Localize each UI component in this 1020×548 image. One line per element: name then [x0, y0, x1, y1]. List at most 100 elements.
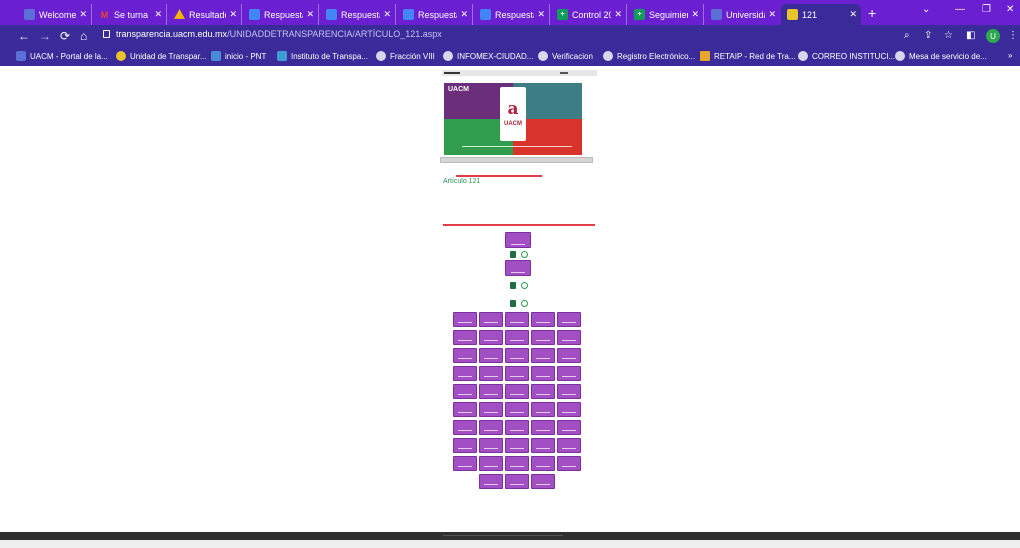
- fraction-button[interactable]: [557, 366, 581, 381]
- fraction-button[interactable]: [453, 456, 477, 471]
- fraction-button[interactable]: [557, 312, 581, 327]
- close-window-icon[interactable]: ✕: [1006, 4, 1014, 15]
- close-icon[interactable]: ✕: [537, 9, 545, 20]
- minimize-icon[interactable]: —: [955, 4, 965, 15]
- close-icon[interactable]: ✕: [849, 9, 857, 20]
- fraction-button[interactable]: [531, 312, 555, 327]
- fraction-button[interactable]: [505, 330, 529, 345]
- fraction-button[interactable]: [557, 402, 581, 417]
- tab-sheets-2[interactable]: + Seguimien ✕: [628, 4, 704, 25]
- fraction-button[interactable]: [453, 384, 477, 399]
- bookmark-pnt[interactable]: inicio - PNT: [211, 51, 266, 61]
- tab-121-active[interactable]: 121 ✕: [781, 4, 861, 25]
- url-field[interactable]: transparencia.uacm.edu.mx /UNIDADDETRANS…: [103, 29, 442, 39]
- tab-gmail[interactable]: M Se turna p ✕: [93, 4, 167, 25]
- share-icon[interactable]: ⇪: [924, 30, 932, 41]
- tab-universidad[interactable]: Universida ✕: [705, 4, 780, 25]
- close-icon[interactable]: ✕: [154, 9, 162, 20]
- horizontal-scrollbar[interactable]: [0, 540, 1020, 548]
- avatar[interactable]: U: [986, 29, 1000, 43]
- side-panel-icon[interactable]: ◧: [966, 30, 975, 41]
- web-icon[interactable]: [521, 251, 528, 258]
- fraction-button[interactable]: [453, 348, 477, 363]
- fraction-button[interactable]: [505, 384, 529, 399]
- fraction-button[interactable]: [479, 456, 503, 471]
- bookmark-uacm[interactable]: UACM - Portal de la...: [16, 51, 108, 61]
- fraction-button[interactable]: [505, 420, 529, 435]
- fraction-button[interactable]: [531, 348, 555, 363]
- fraction-button[interactable]: [479, 348, 503, 363]
- close-icon[interactable]: ✕: [79, 9, 87, 20]
- tab-docs-3[interactable]: Respuesta ✕: [397, 4, 473, 25]
- close-icon[interactable]: ✕: [691, 9, 699, 20]
- fraction-button[interactable]: [531, 438, 555, 453]
- fraction-button[interactable]: [505, 366, 529, 381]
- fraction-button[interactable]: [531, 420, 555, 435]
- tab-docs-4[interactable]: Respuesta ✕: [474, 4, 550, 25]
- excel-icon[interactable]: [510, 282, 516, 289]
- fraction-button[interactable]: [557, 438, 581, 453]
- bookmark-correo[interactable]: CORREO INSTITUCI...: [798, 51, 895, 61]
- bookmark-fraccion-viii[interactable]: Fracción VIII: [376, 51, 435, 61]
- bookmark-unidad-transparencia[interactable]: Unidad de Transpar...: [116, 51, 207, 61]
- zoom-icon[interactable]: ⌕: [904, 30, 910, 41]
- fraction-button[interactable]: [479, 330, 503, 345]
- tab-sheets-1[interactable]: + Control 20 ✕: [551, 4, 627, 25]
- tab-welcome[interactable]: Welcome ✕: [18, 4, 92, 25]
- fraction-button[interactable]: [479, 474, 503, 489]
- fraction-button[interactable]: [479, 402, 503, 417]
- bookmark-registro[interactable]: Registro Electrónico...: [603, 51, 695, 61]
- bookmark-retaip[interactable]: RETAIP - Red de Tra...: [700, 51, 796, 61]
- fraction-button[interactable]: [479, 384, 503, 399]
- fraction-button[interactable]: [505, 438, 529, 453]
- bookmark-infomex[interactable]: INFOMEX-CIUDAD...: [443, 51, 533, 61]
- fraction-button[interactable]: [505, 312, 529, 327]
- close-icon[interactable]: ✕: [383, 9, 391, 20]
- site-menu-bar[interactable]: [440, 157, 593, 163]
- chevron-down-icon[interactable]: ⌄: [922, 4, 930, 15]
- tab-docs-1[interactable]: Respuesta ✕: [243, 4, 319, 25]
- fraction-button[interactable]: [453, 312, 477, 327]
- section-button-2[interactable]: [505, 260, 531, 276]
- fraction-button[interactable]: [557, 420, 581, 435]
- restore-icon[interactable]: ❐: [982, 4, 991, 15]
- back-icon[interactable]: ←: [18, 29, 30, 43]
- fraction-button[interactable]: [531, 402, 555, 417]
- fraction-button[interactable]: [531, 456, 555, 471]
- fraction-button[interactable]: [479, 420, 503, 435]
- fraction-button[interactable]: [557, 384, 581, 399]
- bookmark-verificacion[interactable]: Verificacion: [538, 51, 593, 61]
- fraction-button[interactable]: [531, 330, 555, 345]
- excel-icon[interactable]: [510, 300, 516, 307]
- fraction-button[interactable]: [479, 312, 503, 327]
- fraction-button[interactable]: [453, 438, 477, 453]
- web-icon[interactable]: [521, 282, 528, 289]
- fraction-button[interactable]: [505, 456, 529, 471]
- star-icon[interactable]: ☆: [944, 30, 953, 41]
- reload-icon[interactable]: ⟳: [60, 29, 70, 43]
- fraction-button[interactable]: [505, 348, 529, 363]
- fraction-button[interactable]: [479, 438, 503, 453]
- close-icon[interactable]: ✕: [768, 9, 776, 20]
- close-icon[interactable]: ✕: [614, 9, 622, 20]
- uacm-banner[interactable]: UACM a UACM: [444, 83, 582, 155]
- bookmark-instituto[interactable]: Instituto de Transpa...: [277, 51, 368, 61]
- fraction-button[interactable]: [557, 348, 581, 363]
- bookmark-mesa-servicio[interactable]: Mesa de servicio de...: [895, 51, 987, 61]
- close-icon[interactable]: ✕: [306, 9, 314, 20]
- fraction-button[interactable]: [557, 330, 581, 345]
- close-icon[interactable]: ✕: [460, 9, 468, 20]
- fraction-button[interactable]: [557, 456, 581, 471]
- fraction-button[interactable]: [505, 474, 529, 489]
- fraction-button[interactable]: [453, 330, 477, 345]
- home-icon[interactable]: ⌂: [80, 29, 87, 43]
- web-icon[interactable]: [521, 300, 528, 307]
- forward-icon[interactable]: →: [39, 29, 51, 43]
- fraction-button[interactable]: [453, 402, 477, 417]
- tab-drive[interactable]: Resultado ✕: [168, 4, 242, 25]
- fraction-button[interactable]: [505, 402, 529, 417]
- menu-icon[interactable]: ⋮: [1008, 30, 1018, 41]
- fraction-button[interactable]: [453, 366, 477, 381]
- fraction-button[interactable]: [531, 384, 555, 399]
- fraction-button[interactable]: [453, 420, 477, 435]
